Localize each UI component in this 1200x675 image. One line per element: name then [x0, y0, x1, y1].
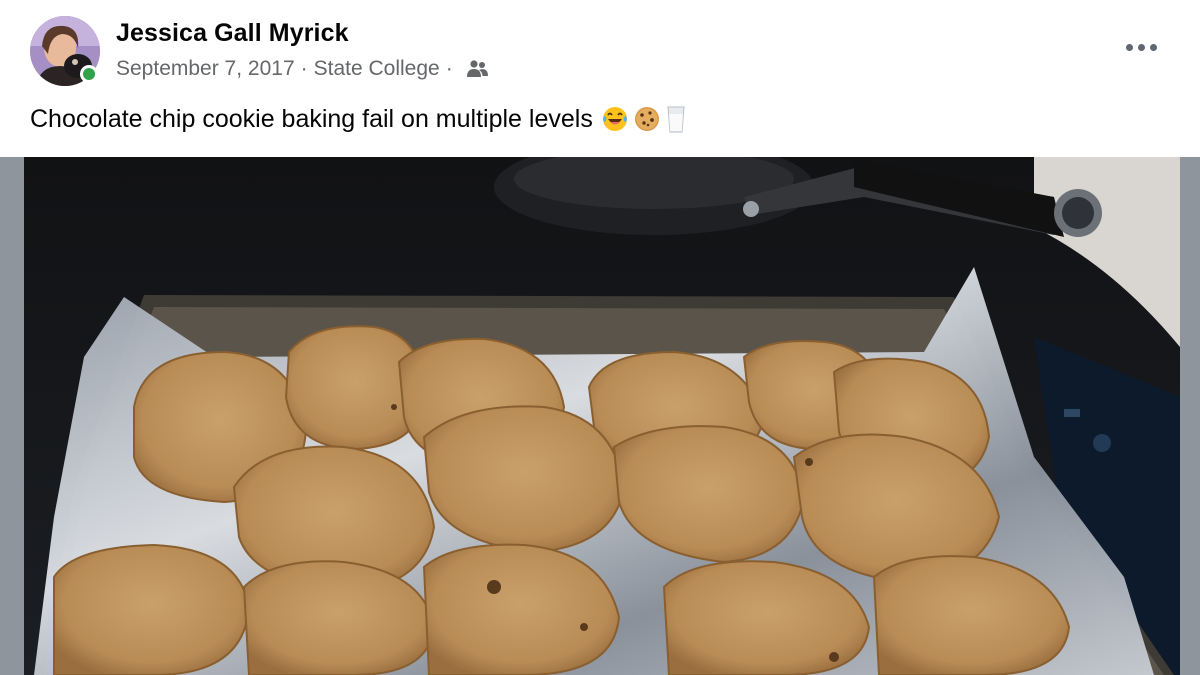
author-name[interactable]: Jessica Gall Myrick	[116, 19, 349, 48]
post-location[interactable]: State College	[314, 57, 440, 81]
post-message: Chocolate chip cookie baking fail on mul…	[30, 104, 593, 133]
more-options-icon[interactable]	[1118, 30, 1164, 64]
meta-separator: ·	[300, 57, 308, 80]
friends-icon[interactable]	[465, 59, 489, 79]
emoji-row	[601, 104, 691, 134]
post-date[interactable]: September 7, 2017	[116, 57, 295, 81]
online-status-icon	[80, 65, 98, 83]
milk-glass-emoji-icon	[667, 106, 685, 133]
post-meta: September 7, 2017 · State College ·	[116, 57, 489, 81]
cookie-sheet-photo[interactable]	[24, 157, 1180, 675]
laughing-crying-emoji-icon	[602, 107, 627, 131]
post-photo-frame	[0, 157, 1200, 675]
post-text: Chocolate chip cookie baking fail on mul…	[30, 104, 691, 134]
post-header: Jessica Gall Myrick September 7, 2017 · …	[0, 0, 1200, 100]
meta-separator: ·	[445, 57, 453, 80]
cookie-emoji-icon	[634, 107, 659, 131]
facebook-post: Jessica Gall Myrick September 7, 2017 · …	[0, 0, 1200, 675]
